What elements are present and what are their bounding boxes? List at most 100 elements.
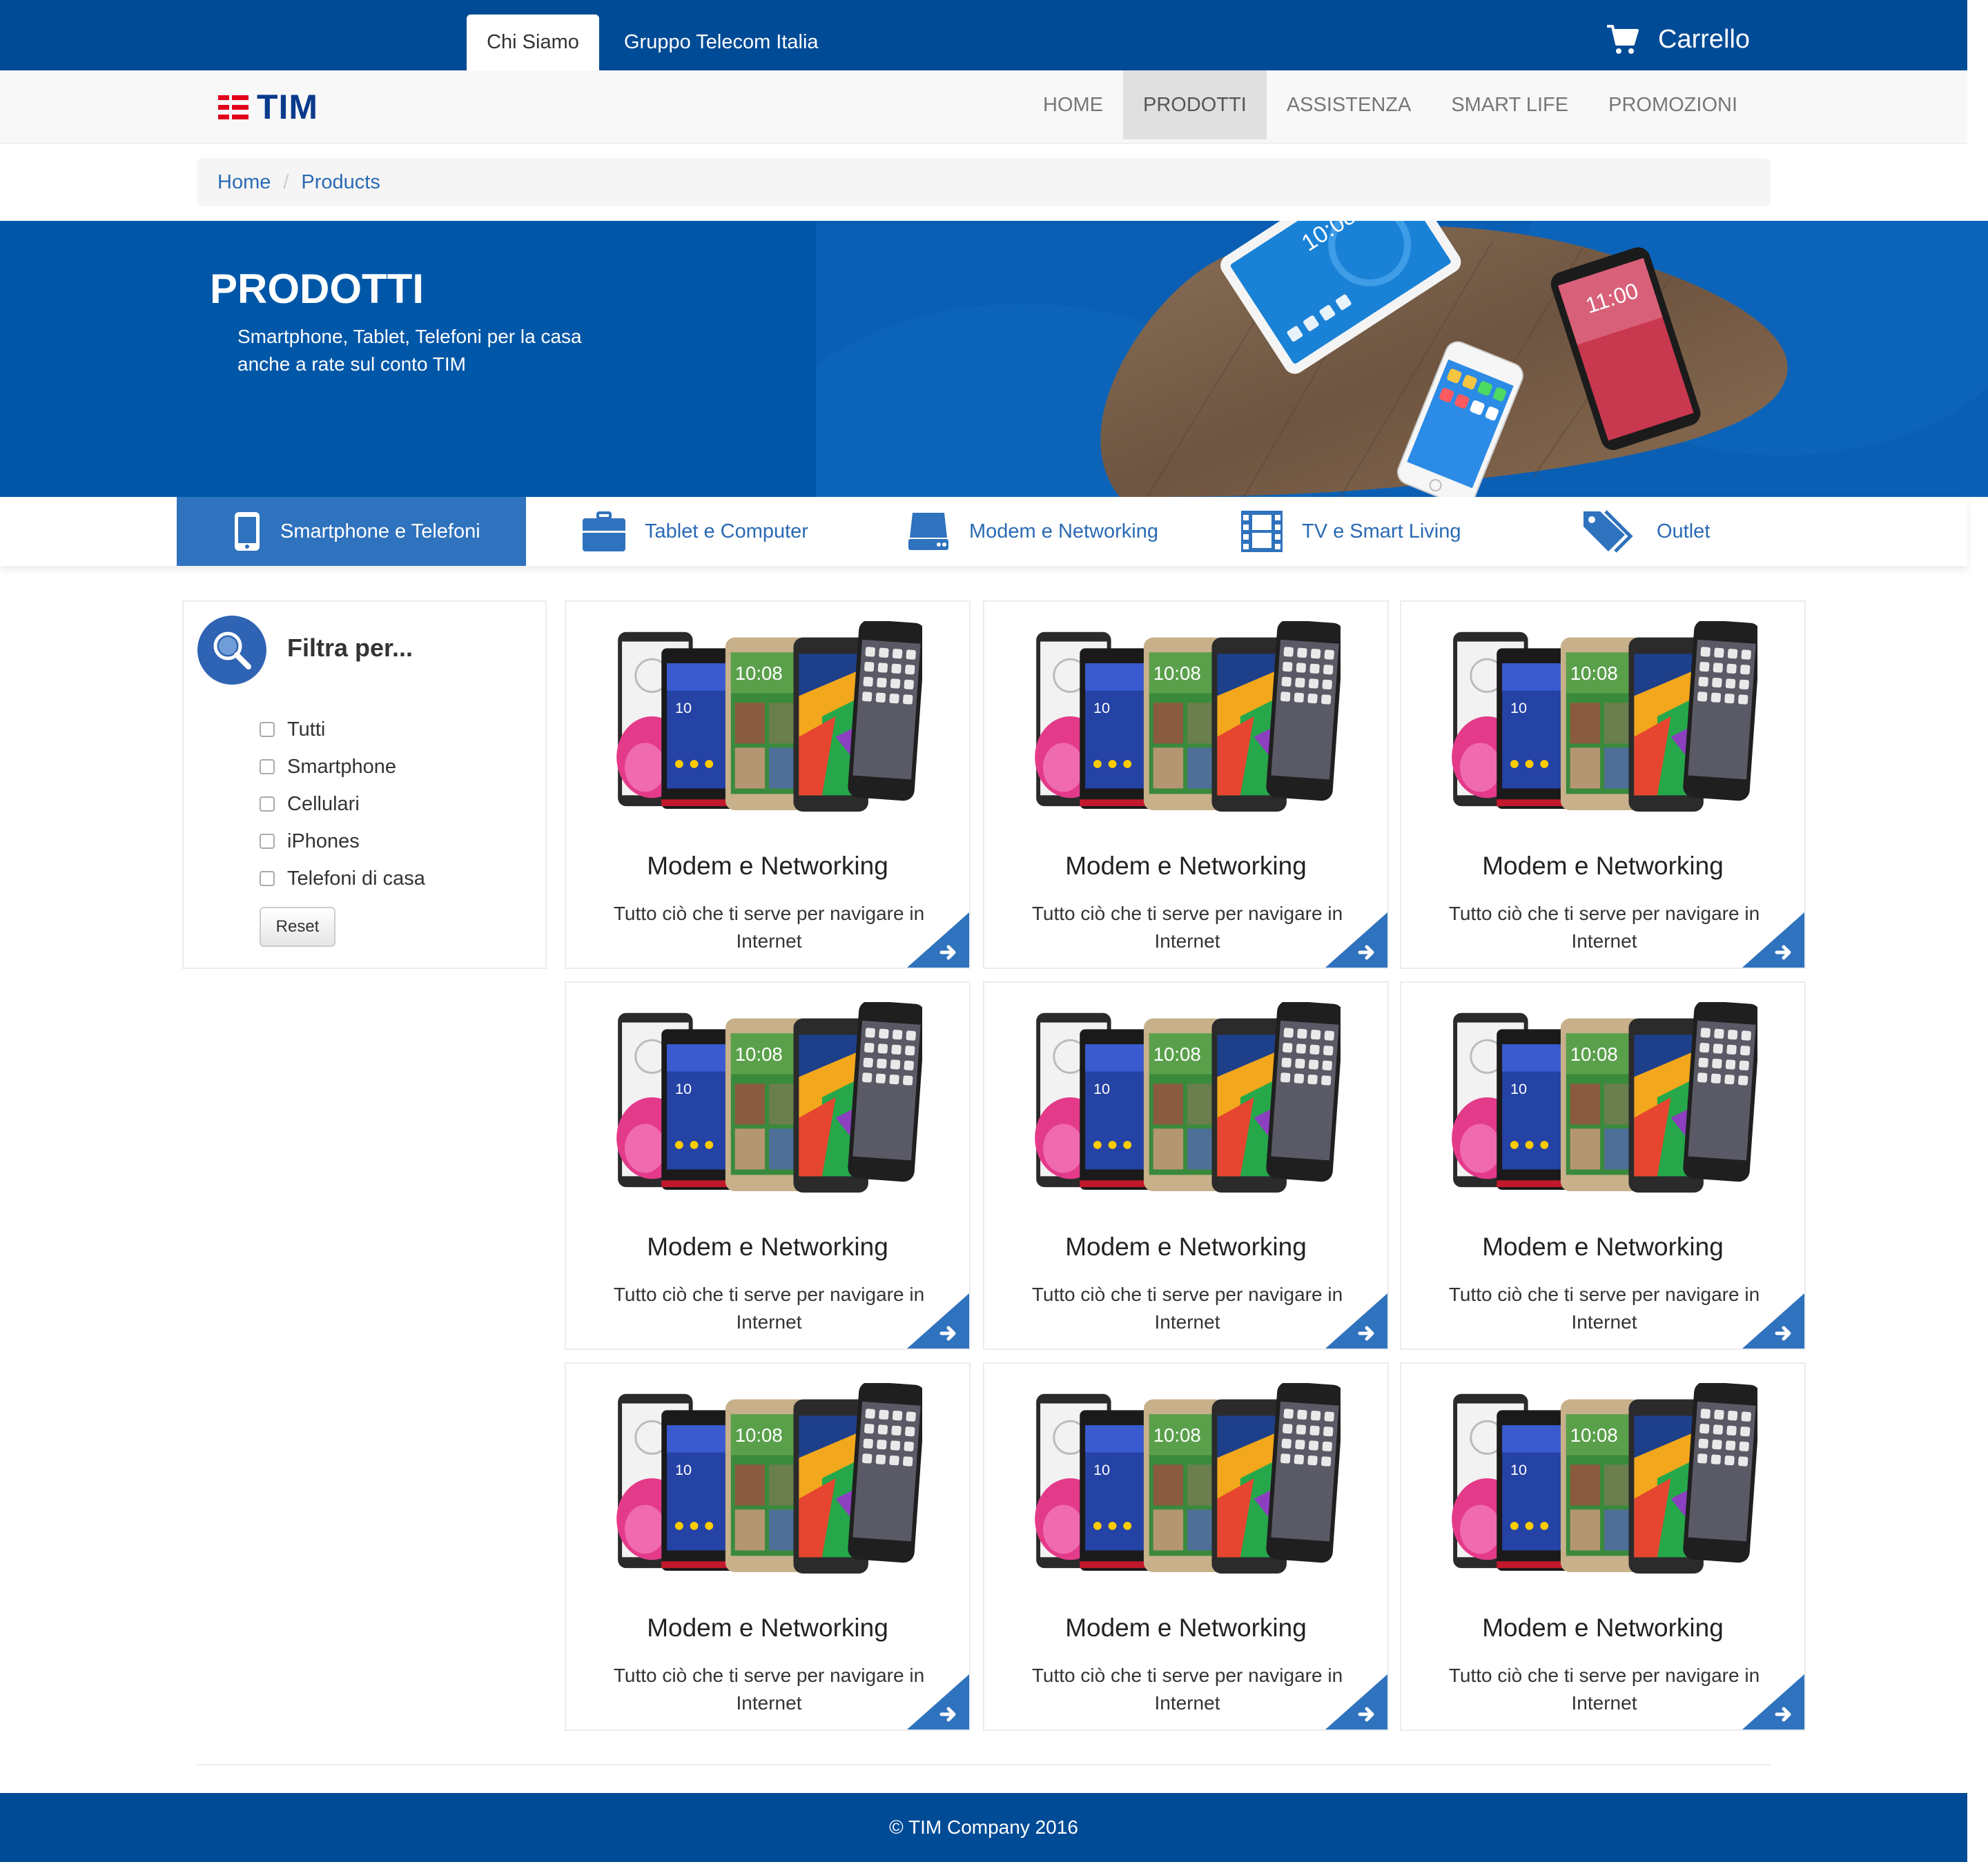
category-tv-e-smart-living[interactable]: TV e Smart Living xyxy=(1241,497,1461,566)
product-card[interactable]: Modem e Networking Tutto ciò che ti serv… xyxy=(983,600,1389,969)
product-card[interactable]: Modem e Networking Tutto ciò che ti serv… xyxy=(1400,600,1806,969)
category-bar: Smartphone e Telefoni Tablet e Computer … xyxy=(0,497,1967,566)
product-image xyxy=(1034,1383,1341,1574)
product-description: Tutto ciò che ti serve per navigare in I… xyxy=(613,903,925,952)
checkbox[interactable] xyxy=(260,759,275,774)
checkbox[interactable] xyxy=(260,796,275,812)
filter-options: Tutti Smartphone Cellulari iPhones Telef… xyxy=(260,711,425,897)
product-description: Tutto ciò che ti serve per navigare in I… xyxy=(613,1665,925,1714)
product-description: Tutto ciò che ti serve per navigare in I… xyxy=(1031,1665,1343,1714)
checkbox[interactable] xyxy=(260,722,275,737)
product-title: Modem e Networking xyxy=(1065,1233,1307,1261)
product-description: Tutto ciò che ti serve per navigare in I… xyxy=(1031,903,1343,952)
filter-option-label: Telefoni di casa xyxy=(287,867,425,890)
category-label: Modem e Networking xyxy=(969,520,1158,542)
product-card[interactable]: Modem e Networking Tutto ciò che ti serv… xyxy=(983,1362,1389,1731)
search-icon xyxy=(197,616,266,685)
footer-divider xyxy=(197,1764,1771,1765)
filter-option-iphones[interactable]: iPhones xyxy=(260,823,425,860)
smartphone-icon xyxy=(235,512,260,551)
arrow-right-icon[interactable] xyxy=(1325,1674,1387,1729)
nav-home[interactable]: HOME xyxy=(1023,70,1123,139)
arrow-right-icon[interactable] xyxy=(907,912,969,968)
product-description: Tutto ciò che ti serve per navigare in I… xyxy=(613,1284,925,1333)
product-image xyxy=(616,1002,922,1193)
product-description: Tutto ciò che ti serve per navigare in I… xyxy=(1448,1284,1760,1333)
filter-option-label: Cellulari xyxy=(287,792,360,815)
cart-link[interactable]: Carrello xyxy=(1606,14,1750,65)
product-title: Modem e Networking xyxy=(1482,852,1724,880)
filter-title: Filtra per... xyxy=(287,634,413,662)
modem-icon xyxy=(908,513,948,550)
product-title: Modem e Networking xyxy=(647,852,888,880)
nav-promozioni[interactable]: PROMOZIONI xyxy=(1588,70,1757,139)
product-card[interactable]: Modem e Networking Tutto ciò che ti serv… xyxy=(565,600,971,969)
breadcrumb-home[interactable]: Home xyxy=(217,171,271,194)
breadcrumb-separator: / xyxy=(283,170,289,193)
nav-smart-life[interactable]: SMART LIFE xyxy=(1431,70,1588,139)
category-label: TV e Smart Living xyxy=(1302,520,1461,542)
nav-prodotti[interactable]: PRODOTTI xyxy=(1123,70,1267,139)
category-label: Outlet xyxy=(1657,520,1711,542)
checkbox[interactable] xyxy=(260,834,275,849)
category-modem-e-networking[interactable]: Modem e Networking xyxy=(907,497,1158,566)
tim-logo-mark-icon xyxy=(218,92,253,121)
tag-icon xyxy=(1583,510,1633,553)
category-label: Tablet e Computer xyxy=(645,520,808,542)
filter-option-tutti[interactable]: Tutti xyxy=(260,711,425,748)
hero-title: PRODOTTI xyxy=(210,266,424,312)
arrow-right-icon[interactable] xyxy=(1742,1674,1804,1729)
category-label: Smartphone e Telefoni xyxy=(280,520,480,542)
cart-icon xyxy=(1607,25,1639,54)
product-card[interactable]: Modem e Networking Tutto ciò che ti serv… xyxy=(1400,1362,1806,1731)
filter-option-label: iPhones xyxy=(287,830,360,852)
filter-option-cellulari[interactable]: Cellulari xyxy=(260,785,425,823)
tim-logo-text: TIM xyxy=(257,88,319,126)
arrow-right-icon[interactable] xyxy=(1325,1293,1387,1349)
hero-devices-image: 10:08 11:00 xyxy=(816,221,1988,497)
nav-assistenza[interactable]: ASSISTENZA xyxy=(1267,70,1432,139)
category-tablet-e-computer[interactable]: Tablet e Computer xyxy=(583,497,808,566)
top-bar: Chi Siamo Gruppo Telecom Italia Carrello xyxy=(0,0,1967,70)
filter-option-telefoni-di-casa[interactable]: Telefoni di casa xyxy=(260,860,425,897)
product-description: Tutto ciò che ti serve per navigare in I… xyxy=(1448,1665,1760,1714)
breadcrumb-products[interactable]: Products xyxy=(301,171,380,194)
product-description: Tutto ciò che ti serve per navigare in I… xyxy=(1031,1284,1343,1333)
arrow-right-icon[interactable] xyxy=(1325,912,1387,968)
film-icon xyxy=(1241,511,1283,552)
product-card[interactable]: Modem e Networking Tutto ciò che ti serv… xyxy=(1400,981,1806,1350)
product-description: Tutto ciò che ti serve per navigare in I… xyxy=(1448,903,1760,952)
tab-gruppo-telecom[interactable]: Gruppo Telecom Italia xyxy=(607,14,828,70)
product-title: Modem e Networking xyxy=(1065,852,1307,880)
category-outlet[interactable]: Outlet xyxy=(1582,497,1710,566)
product-image xyxy=(1034,621,1341,812)
checkbox[interactable] xyxy=(260,871,275,886)
breadcrumb: Home / Products xyxy=(197,158,1771,206)
cart-label: Carrello xyxy=(1658,24,1751,54)
product-image xyxy=(616,621,922,812)
product-grid: Modem e Networking Tutto ciò che ti serv… xyxy=(565,600,1807,1732)
hero-subtitle: Smartphone, Tablet, Telefoni per la casa… xyxy=(237,323,624,378)
arrow-right-icon[interactable] xyxy=(907,1293,969,1349)
product-title: Modem e Networking xyxy=(647,1233,888,1261)
product-card[interactable]: Modem e Networking Tutto ciò che ti serv… xyxy=(565,1362,971,1731)
filter-option-smartphone[interactable]: Smartphone xyxy=(260,748,425,785)
arrow-right-icon[interactable] xyxy=(907,1674,969,1729)
product-image xyxy=(616,1383,922,1574)
arrow-right-icon[interactable] xyxy=(1742,912,1804,968)
arrow-right-icon[interactable] xyxy=(1742,1293,1804,1349)
product-image xyxy=(1034,1002,1341,1193)
product-image xyxy=(1451,1383,1757,1574)
product-title: Modem e Networking xyxy=(1482,1233,1724,1261)
reset-button[interactable]: Reset xyxy=(260,907,335,947)
product-title: Modem e Networking xyxy=(647,1614,888,1642)
tab-chi-siamo[interactable]: Chi Siamo xyxy=(467,14,599,70)
product-image xyxy=(1451,621,1757,812)
category-smartphone-e-telefoni[interactable]: Smartphone e Telefoni xyxy=(177,497,526,566)
product-card[interactable]: Modem e Networking Tutto ciò che ti serv… xyxy=(983,981,1389,1350)
product-card[interactable]: Modem e Networking Tutto ciò che ti serv… xyxy=(565,981,971,1350)
footer-copyright: © TIM Company 2016 xyxy=(889,1816,1078,1838)
filter-option-label: Tutti xyxy=(287,718,326,741)
briefcase-icon xyxy=(583,511,625,551)
tim-logo[interactable]: TIM xyxy=(218,88,319,126)
